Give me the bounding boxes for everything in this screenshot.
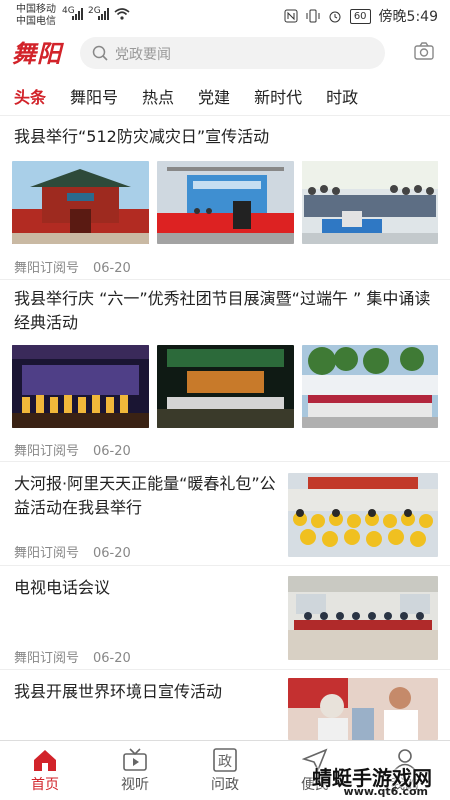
signal-icon [72, 8, 83, 20]
app-logo: 舞阳 [12, 39, 62, 68]
nfc-icon [284, 9, 298, 23]
clock: 傍晚5:49 [378, 9, 438, 25]
category-tabs: 头条 舞阳号 热点 党建 新时代 时政 [0, 80, 450, 116]
tab-party[interactable]: 党建 [198, 80, 230, 116]
news-image [157, 161, 294, 244]
news-source: 舞阳订阅号 [14, 261, 80, 276]
tab-headlines[interactable]: 头条 [14, 80, 46, 116]
news-title-line-2: 益活动在我县举行 [14, 498, 143, 517]
nav-media[interactable]: 视听 [90, 741, 180, 800]
news-image [302, 161, 438, 244]
news-image [288, 678, 438, 740]
search-placeholder: 党政要闻 [115, 47, 171, 63]
signal-icon [98, 8, 109, 20]
news-source: 舞阳订阅号 [14, 546, 80, 561]
politics-icon: 政 [213, 748, 237, 772]
news-item[interactable]: 电视电话会议 舞阳订阅号 06-20 [0, 566, 450, 670]
search-icon [92, 45, 108, 61]
nav-home-label: 首页 [31, 777, 59, 793]
watermark-url: www.qt6.com [343, 785, 428, 798]
news-title: 我县开展世界环境日宣传活动 [14, 682, 223, 701]
news-date: 06-20 [93, 651, 131, 666]
carrier-1: 中国移动 [16, 4, 56, 15]
nav-home[interactable]: 首页 [0, 741, 90, 800]
news-image [302, 345, 438, 428]
camera-icon[interactable] [414, 42, 434, 60]
news-date: 06-20 [93, 546, 131, 561]
status-right: 60 傍晚5:49 [284, 6, 438, 26]
tab-politics[interactable]: 时政 [326, 80, 358, 116]
svg-text:政: 政 [218, 754, 232, 770]
news-source: 舞阳订阅号 [14, 651, 80, 666]
news-date: 06-20 [93, 444, 131, 459]
news-item[interactable]: 我县开展世界环境日宣传活动 [0, 670, 450, 740]
news-item[interactable]: 我县举行庆 “六一”优秀社团节目展演暨“过端午 ” 集中诵读 经典活动 舞阳订阅… [0, 280, 450, 462]
nav-media-label: 视听 [121, 777, 149, 793]
status-bar: 中国移动 中国电信 4G 2G 60 傍晚5:49 [0, 0, 450, 32]
app-header: 舞阳 党政要闻 [0, 32, 450, 74]
tab-wuyang[interactable]: 舞阳号 [70, 80, 118, 116]
news-title: 我县举行“512防灾减灾日”宣传活动 [14, 127, 270, 146]
news-meta: 舞阳订阅号 06-20 [14, 542, 131, 561]
news-title-line-2: 经典活动 [14, 313, 79, 332]
vibrate-icon [306, 9, 320, 23]
news-item[interactable]: 我县举行“512防灾减灾日”宣传活动 舞阳订阅号 06-20 [0, 118, 450, 280]
news-date: 06-20 [93, 261, 131, 276]
tab-new-era[interactable]: 新时代 [254, 80, 302, 116]
tab-hot[interactable]: 热点 [142, 80, 174, 116]
news-image [157, 345, 294, 428]
alarm-icon [329, 11, 341, 23]
news-meta: 舞阳订阅号 06-20 [14, 647, 131, 666]
news-source: 舞阳订阅号 [14, 444, 80, 459]
news-title: 电视电话会议 [14, 578, 111, 597]
carrier-2: 中国电信 [16, 16, 56, 27]
news-image [288, 473, 438, 557]
news-meta: 舞阳订阅号 06-20 [14, 257, 131, 276]
news-image [288, 576, 438, 660]
home-icon [34, 750, 56, 771]
wifi-icon [114, 8, 130, 20]
news-title-line-1: 我县举行庆 “六一”优秀社团节目展演暨“过端午 ” 集中诵读 [14, 289, 431, 308]
search-bar[interactable]: 党政要闻 [80, 37, 385, 69]
news-image [12, 161, 149, 244]
news-item[interactable]: 大河报·阿里天天正能量“暖春礼包”公 益活动在我县举行 舞阳订阅号 06-20 [0, 462, 450, 566]
nav-politics-label: 问政 [211, 777, 239, 793]
news-image [12, 345, 149, 428]
news-title-line-1: 大河报·阿里天天正能量“暖春礼包”公 [14, 474, 276, 493]
news-meta: 舞阳订阅号 06-20 [14, 440, 131, 459]
tv-icon [123, 748, 147, 771]
battery-icon: 60 [349, 8, 371, 24]
nav-politics-query[interactable]: 政 问政 [180, 741, 270, 800]
